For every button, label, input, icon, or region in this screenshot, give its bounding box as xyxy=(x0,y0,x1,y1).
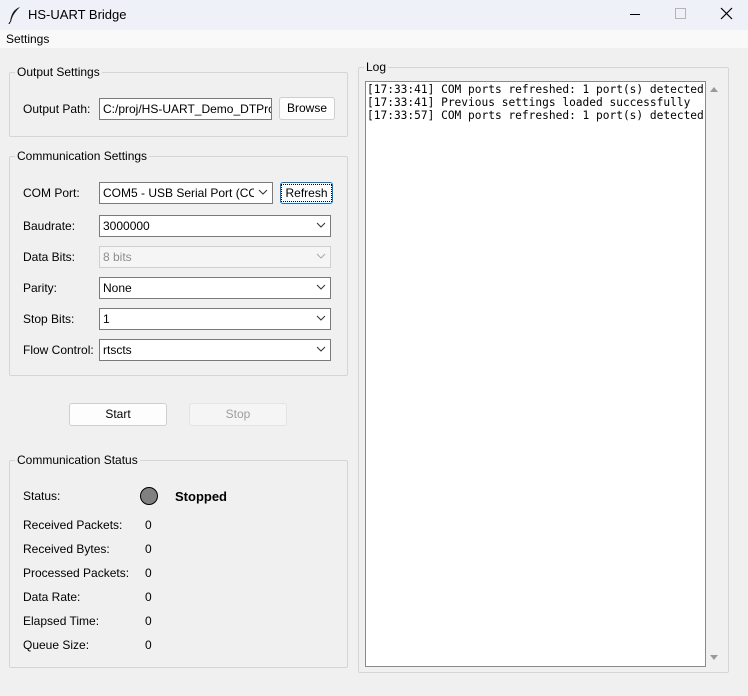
data-rate-value: 0 xyxy=(145,590,152,604)
flow-control-label: Flow Control: xyxy=(23,343,94,357)
chevron-down-icon xyxy=(316,222,326,228)
menu-bar: Settings xyxy=(0,30,748,48)
close-button[interactable] xyxy=(704,0,748,30)
scroll-up-icon[interactable] xyxy=(709,85,719,93)
received-packets-value: 0 xyxy=(145,518,152,532)
chevron-down-icon xyxy=(316,253,326,259)
baudrate-label: Baudrate: xyxy=(23,219,76,233)
minimize-button[interactable] xyxy=(612,0,658,30)
output-settings-title: Output Settings xyxy=(15,65,102,79)
received-bytes-label: Received Bytes: xyxy=(23,542,110,556)
maximize-button[interactable] xyxy=(658,0,704,30)
processed-packets-value: 0 xyxy=(145,566,152,580)
data-bits-value: 8 bits xyxy=(103,250,132,264)
communication-status-title: Communication Status xyxy=(15,453,140,467)
chevron-down-icon xyxy=(316,346,326,352)
log-scrollbar[interactable] xyxy=(706,81,722,667)
start-button-label: Start xyxy=(105,407,131,421)
elapsed-time-label: Elapsed Time: xyxy=(23,614,100,628)
log-textarea[interactable]: [17:33:41] COM ports refreshed: 1 port(s… xyxy=(365,81,706,667)
start-button[interactable]: Start xyxy=(69,403,167,426)
com-port-label: COM Port: xyxy=(23,186,80,200)
com-port-select[interactable]: COM5 - USB Serial Port (COM5) xyxy=(99,182,273,204)
close-icon xyxy=(720,7,733,20)
queue-size-value: 0 xyxy=(145,638,152,652)
browse-button[interactable]: Browse xyxy=(279,97,335,120)
data-rate-label: Data Rate: xyxy=(23,590,81,604)
status-label: Status: xyxy=(23,489,61,503)
minimize-icon xyxy=(630,14,640,15)
stop-bits-select[interactable]: 1 xyxy=(99,308,331,330)
chevron-down-icon xyxy=(316,315,326,321)
baudrate-select[interactable]: 3000000 xyxy=(99,215,331,237)
maximize-icon xyxy=(675,8,686,19)
status-value: Stopped xyxy=(175,489,227,504)
chevron-down-icon xyxy=(316,284,326,290)
processed-packets-label: Processed Packets: xyxy=(23,566,130,580)
data-bits-label: Data Bits: xyxy=(23,250,76,264)
communication-settings-title: Communication Settings xyxy=(15,149,150,163)
chevron-down-icon xyxy=(258,189,268,195)
log-text: [17:33:41] COM ports refreshed: 1 port(s… xyxy=(367,83,704,122)
elapsed-time-value: 0 xyxy=(145,614,152,628)
stop-button[interactable]: Stop xyxy=(189,403,287,426)
refresh-button-label: Refresh xyxy=(281,184,332,202)
baudrate-value: 3000000 xyxy=(103,219,150,233)
title-bar[interactable]: HS-UART Bridge xyxy=(0,0,748,30)
queue-size-label: Queue Size: xyxy=(23,638,90,652)
stop-bits-value: 1 xyxy=(103,312,110,326)
stop-bits-label: Stop Bits: xyxy=(23,312,75,326)
output-path-input[interactable]: C:/proj/HS-UART_Demo_DTProj xyxy=(99,98,272,120)
scroll-down-icon[interactable] xyxy=(709,654,719,662)
stop-button-label: Stop xyxy=(225,407,251,421)
refresh-button[interactable]: Refresh xyxy=(280,182,333,204)
parity-label: Parity: xyxy=(23,281,58,295)
received-bytes-value: 0 xyxy=(145,542,152,556)
received-packets-label: Received Packets: xyxy=(23,518,123,532)
menu-settings[interactable]: Settings xyxy=(6,32,49,46)
feather-icon xyxy=(8,7,20,24)
browse-button-label: Browse xyxy=(286,101,327,115)
window-title: HS-UART Bridge xyxy=(28,7,127,22)
flow-control-value: rtscts xyxy=(103,343,132,357)
output-path-label: Output Path: xyxy=(23,102,91,116)
parity-value: None xyxy=(103,281,132,295)
data-bits-select[interactable]: 8 bits xyxy=(99,246,331,268)
status-indicator-icon xyxy=(140,487,158,505)
com-port-value: COM5 - USB Serial Port (COM5) xyxy=(103,186,254,200)
parity-select[interactable]: None xyxy=(99,277,331,299)
log-title: Log xyxy=(364,60,389,74)
flow-control-select[interactable]: rtscts xyxy=(99,339,331,361)
